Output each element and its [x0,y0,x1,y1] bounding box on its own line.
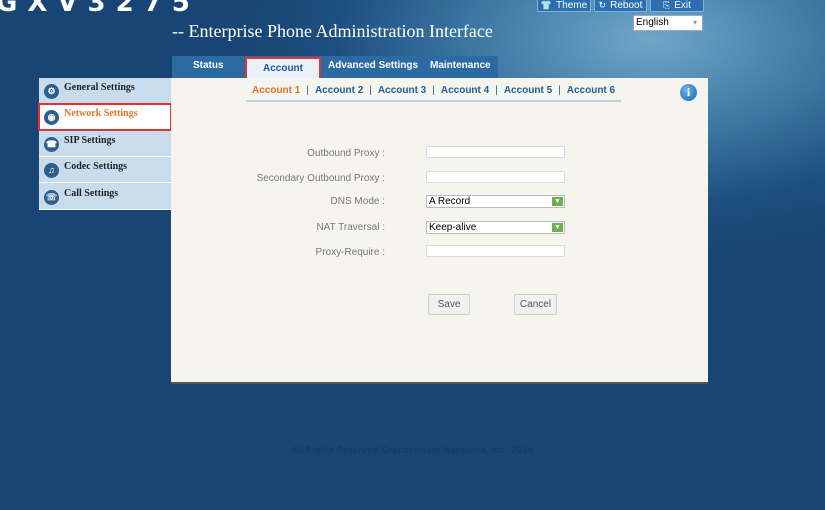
proxy-require-field[interactable] [426,245,565,257]
page-subtitle: -- Enterprise Phone Administration Inter… [172,21,493,41]
exit-button[interactable]: ⎘ Exit [650,0,704,12]
chevron-down-icon: ▼ [552,223,563,232]
gear-icon: ⚙ [44,84,59,99]
sidebar-item-sip-settings[interactable]: ☎ SIP Settings [39,131,171,157]
account-subtab-bar: Account 1 | Account 2 | Account 3 | Acco… [246,81,622,102]
footer-copyright: All Rights Reserved Grandstream Networks… [291,446,534,456]
sip-icon: ☎ [44,137,59,152]
outbound-proxy-field[interactable] [426,146,565,158]
secondary-outbound-proxy-field[interactable] [426,171,565,183]
settings-panel: Account 1 | Account 2 | Account 3 | Acco… [171,78,708,384]
subtab-account-3[interactable]: Account 3 [372,85,432,96]
info-icon[interactable]: i [680,84,697,101]
subtab-account-5[interactable]: Account 5 [498,85,558,96]
network-icon: ◉ [44,110,59,125]
sidebar-item-network-settings[interactable]: ◉ Network Settings [38,103,172,131]
language-select[interactable]: English ▾ [633,15,703,31]
dns-mode-select[interactable]: A Record ▼ [426,195,565,208]
sidebar: ⚙ General Settings ◉ Network Settings ☎ … [38,78,172,210]
tab-maintenance[interactable]: Maintenance [430,56,491,78]
outbound-proxy-label: Outbound Proxy : [307,148,385,159]
nat-traversal-label: NAT Traversal : [316,222,385,233]
chevron-down-icon: ▼ [552,197,563,206]
subtab-account-2[interactable]: Account 2 [309,85,369,96]
theme-button[interactable]: 👕 Theme [537,0,591,12]
sidebar-item-codec-settings[interactable]: ♫ Codec Settings [39,157,171,183]
chevron-down-icon: ▾ [692,18,697,27]
reboot-icon: ↻ [598,0,607,10]
tab-account[interactable]: Account [245,57,321,80]
subtab-account-6[interactable]: Account 6 [561,85,621,96]
cancel-button[interactable]: Cancel [514,294,557,315]
sidebar-item-call-settings[interactable]: ☏ Call Settings [39,184,171,210]
reboot-button[interactable]: ↻ Reboot [594,0,647,12]
tab-advanced-settings[interactable]: Advanced Settings [328,56,418,78]
secondary-outbound-proxy-label: Secondary Outbound Proxy : [256,173,385,184]
phone-icon: ☏ [44,190,59,205]
exit-icon: ⎘ [663,0,671,10]
dns-mode-label: DNS Mode : [330,196,385,207]
codec-icon: ♫ [44,163,59,178]
tab-status[interactable]: Status [193,56,224,78]
proxy-require-label: Proxy-Require : [315,247,385,258]
save-button[interactable]: Save [428,294,470,315]
nat-traversal-select[interactable]: Keep-alive ▼ [426,221,565,234]
main-tab-bar: Status Account Advanced Settings Mainten… [172,56,498,80]
subtab-account-4[interactable]: Account 4 [435,85,495,96]
sidebar-item-general-settings[interactable]: ⚙ General Settings [39,78,171,104]
tshirt-icon: 👕 [540,0,553,10]
brand-logo: GXV3275 [0,0,200,18]
subtab-account-1[interactable]: Account 1 [246,85,306,96]
